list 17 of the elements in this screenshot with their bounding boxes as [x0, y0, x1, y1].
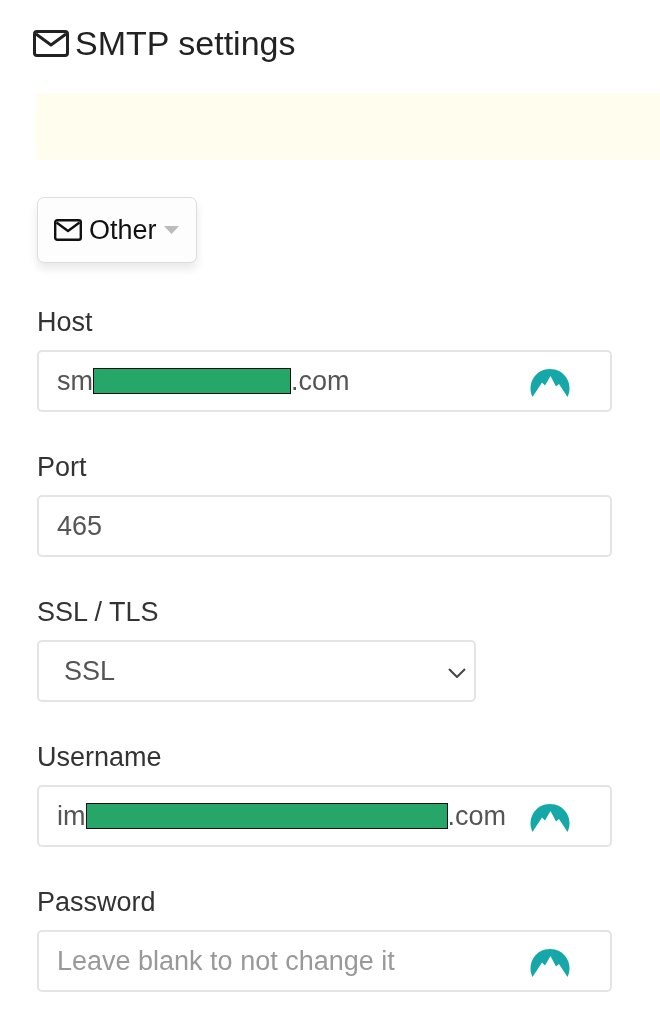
field-label: Host	[37, 307, 94, 337]
field-label: SSL / TLS	[37, 597, 160, 627]
select-field[interactable]: SSL	[37, 640, 476, 702]
field-label: Password	[37, 887, 157, 917]
field-label: Port	[37, 452, 88, 482]
caret-icon	[163, 226, 179, 234]
field-label: Username	[37, 742, 163, 772]
input-field[interactable]: im .com	[37, 785, 612, 847]
password-field[interactable]: Leave blank to not change it	[37, 930, 612, 992]
page-title: SMTP settings	[75, 23, 296, 63]
input-field[interactable]: 465	[37, 495, 612, 557]
provider-dropdown-button[interactable]: Other	[37, 197, 197, 263]
password-input[interactable]: Leave blank to not change it	[39, 933, 527, 989]
input-field[interactable]: sm .com	[37, 350, 612, 412]
chevron-down-icon	[448, 668, 466, 678]
envelope-icon	[33, 29, 69, 57]
envelope-icon	[54, 219, 82, 241]
